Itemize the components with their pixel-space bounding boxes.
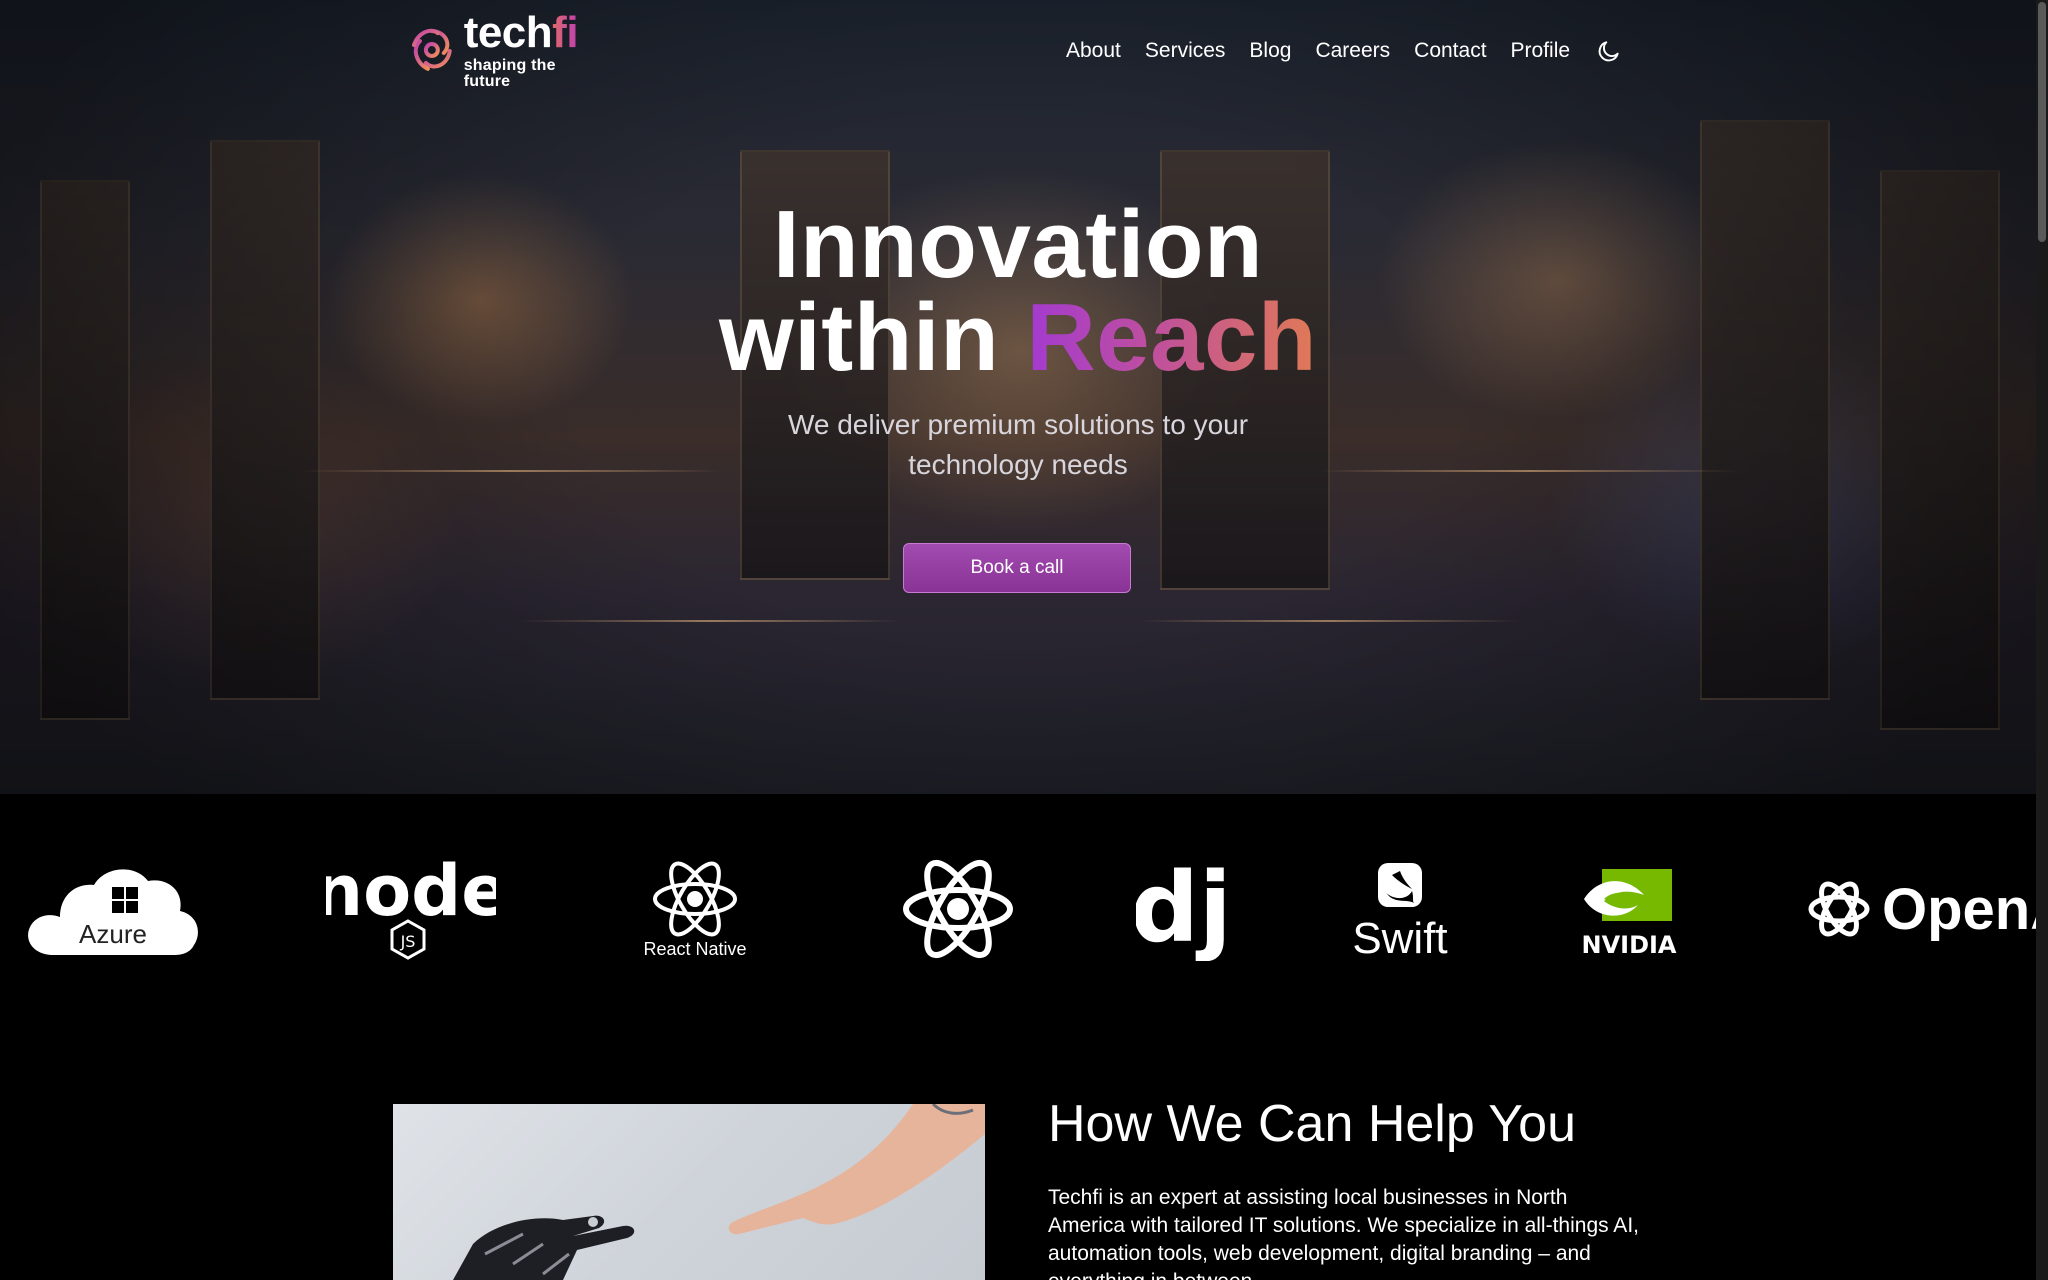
nav-link-careers[interactable]: Careers <box>1315 39 1390 63</box>
hands-illustration <box>453 1104 985 1280</box>
azure-label: Azure <box>79 919 147 949</box>
react-native-logo: React Native <box>640 854 750 964</box>
hero-title-line2: within Reach <box>0 290 2036 386</box>
node-label: node <box>326 857 496 932</box>
techfi-swirl-icon <box>411 28 452 71</box>
nav-link-profile[interactable]: Profile <box>1511 39 1571 63</box>
nvidia-logo: NVIDIA <box>1574 854 1684 964</box>
page-scrollbar[interactable] <box>2036 0 2048 1280</box>
brand-tagline: shaping the future <box>463 56 556 90</box>
hero-title-accent: Reach <box>1026 284 1318 391</box>
brand-name: tech <box>463 7 553 57</box>
scrollbar-thumb[interactable] <box>2038 2 2046 242</box>
openai-knot-icon <box>1808 881 1870 937</box>
react-atom-icon <box>653 861 737 936</box>
nav-link-about[interactable]: About <box>1066 39 1121 63</box>
hero-section: techfi shaping the future About Services… <box>0 0 2036 794</box>
help-section-body: Techfi is an expert at assisting local b… <box>1048 1186 1639 1280</box>
main-nav: About Services Blog Careers Contact Prof… <box>1066 38 1622 64</box>
nodejs-icon: node JS <box>326 857 496 960</box>
moon-icon[interactable] <box>1596 38 1622 64</box>
hero-title-plain: within <box>718 284 1000 391</box>
azure-logo: Azure <box>24 854 202 964</box>
django-icon: dj <box>1136 857 1226 961</box>
brand-logo[interactable]: techfi shaping the future <box>406 10 606 89</box>
django-label: dj <box>1136 857 1226 961</box>
azure-cloud-icon: Azure <box>28 869 198 955</box>
openai-label: OpenA <box>1882 876 2036 942</box>
hero-vignette <box>0 0 2036 794</box>
swift-icon: Swift <box>1352 863 1448 959</box>
nodejs-logo: node JS <box>326 854 496 964</box>
svg-text:JS: JS <box>400 932 416 951</box>
tech-logo-strip: Azure node JS React Native dj Swift NVID… <box>0 794 2036 1014</box>
hero-title-line1: Innovation <box>772 191 1264 298</box>
nvidia-label: NVIDIA <box>1581 931 1676 959</box>
react-logo <box>898 854 1018 964</box>
book-call-button[interactable]: Book a call <box>903 543 1131 593</box>
swift-logo: Swift <box>1350 854 1450 964</box>
django-logo: dj <box>1136 854 1226 964</box>
react-atom-icon <box>903 859 1013 959</box>
nav-link-contact[interactable]: Contact <box>1414 39 1486 63</box>
brand-name-accent: fi <box>552 7 579 57</box>
help-section-title: How We Can Help You <box>1048 1095 1577 1153</box>
openai-logo: OpenA <box>1804 854 2036 964</box>
swift-label: Swift <box>1352 914 1447 959</box>
hero-subtitle: We deliver premium solutions to your tec… <box>787 409 1249 480</box>
nav-link-services[interactable]: Services <box>1145 39 1226 63</box>
nvidia-eye-icon: NVIDIA <box>1581 869 1677 959</box>
nav-link-blog[interactable]: Blog <box>1249 39 1291 63</box>
robot-human-hands-image <box>393 1104 985 1280</box>
react-native-label: React Native <box>643 938 747 959</box>
